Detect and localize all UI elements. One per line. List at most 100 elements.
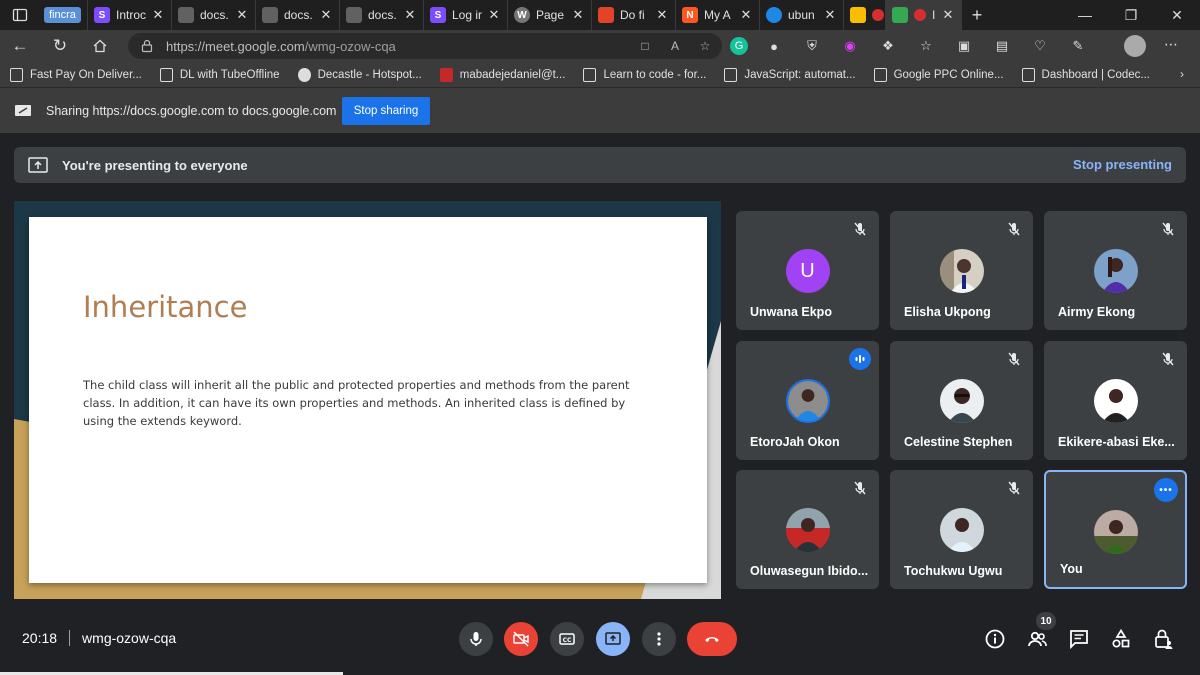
meeting-details-button[interactable] — [982, 626, 1008, 652]
extension-circle-icon[interactable]: ◉ — [838, 34, 862, 58]
add-favorite-icon[interactable]: ☆ — [696, 37, 714, 55]
browser-tab-active[interactable]: I ✕ — [886, 0, 962, 30]
close-tab-icon[interactable]: ✕ — [151, 7, 165, 23]
bookmark-item[interactable]: Learn to code - for... — [583, 67, 706, 82]
address-bar[interactable]: https://meet.google.com/wmg-ozow-cqa □ A… — [128, 33, 722, 59]
close-tab-icon[interactable]: ✕ — [823, 7, 837, 23]
bookmark-item[interactable]: Fast Pay On Deliver... — [10, 67, 142, 82]
camera-in-use-icon[interactable]: □ — [636, 37, 654, 55]
recording-icon — [914, 9, 926, 21]
shield-icon[interactable]: ⛨ — [800, 34, 824, 58]
microphone-icon — [470, 632, 482, 646]
close-tab-icon[interactable]: ✕ — [235, 7, 249, 23]
participant-tile[interactable]: Celestine Stephen — [890, 341, 1033, 460]
browser-tab[interactable]: Do fi ✕ — [592, 0, 676, 30]
minimize-icon[interactable]: — — [1062, 7, 1108, 24]
self-tile[interactable]: ••• You — [1044, 470, 1187, 589]
browser-tab[interactable]: docs. ✕ — [172, 0, 256, 30]
globe-icon[interactable]: ● — [762, 34, 786, 58]
browser-tab[interactable]: S Log ir ✕ — [424, 0, 508, 30]
grammarly-icon[interactable]: G — [730, 37, 748, 55]
browser-tab[interactable]: docs. ✕ — [256, 0, 340, 30]
participant-name: Ekikere-abasi Eke... — [1058, 435, 1175, 449]
mic-off-icon — [1162, 352, 1174, 366]
tab-label: docs. — [284, 8, 313, 22]
bookmarks-bar: Fast Pay On Deliver... DL with TubeOffli… — [0, 62, 1200, 88]
extensions-icon[interactable]: ❖ — [876, 34, 900, 58]
reload-icon[interactable]: ↻ — [40, 30, 80, 62]
stop-presenting-button[interactable]: Stop presenting — [1073, 157, 1172, 172]
browser-essentials-icon[interactable]: ♡ — [1028, 34, 1052, 58]
bookmark-item[interactable]: Dashboard | Codec... — [1021, 67, 1150, 82]
participant-tile[interactable]: Tochukwu Ugwu — [890, 470, 1033, 589]
avatar — [939, 379, 984, 423]
close-tab-icon[interactable]: ✕ — [739, 7, 753, 23]
restore-icon[interactable]: ❐ — [1108, 7, 1154, 24]
tab-label: Introc — [116, 8, 147, 22]
browser-tab[interactable]: S Introc ✕ — [88, 0, 172, 30]
bookmark-item[interactable]: JavaScript: automat... — [724, 67, 856, 82]
browser-tab[interactable]: N My A ✕ — [676, 0, 760, 30]
participant-tile[interactable]: Oluwasegun Ibido... — [736, 470, 879, 589]
tab-label: Log ir — [452, 8, 483, 22]
avatar: U — [785, 249, 830, 293]
more-options-icon[interactable]: ••• — [1154, 478, 1178, 502]
bookmark-label: DL with TubeOffline — [179, 68, 280, 81]
feedback-icon[interactable]: ✎ — [1066, 34, 1090, 58]
participant-name: Celestine Stephen — [904, 435, 1013, 449]
browser-tab[interactable]: I — [844, 0, 886, 30]
close-tab-icon[interactable]: ✕ — [487, 7, 501, 23]
slide-title: Inheritance — [83, 290, 248, 324]
close-tab-icon[interactable]: ✕ — [655, 7, 669, 23]
home-icon[interactable] — [80, 30, 120, 62]
leave-call-button[interactable] — [687, 622, 737, 656]
participant-tile[interactable]: Ekikere-abasi Eke... — [1044, 341, 1187, 460]
mic-off-icon — [1008, 222, 1020, 236]
chevron-right-icon[interactable]: › — [1180, 67, 1184, 81]
activities-button[interactable] — [1108, 626, 1134, 652]
close-tab-icon[interactable]: ✕ — [571, 7, 585, 23]
microphone-button[interactable] — [459, 622, 493, 656]
captions-button[interactable]: CC — [550, 622, 584, 656]
participant-tile[interactable]: Elisha Ukpong — [890, 211, 1033, 330]
close-tab-icon[interactable]: ✕ — [941, 7, 955, 23]
collections-icon[interactable]: ▣ — [952, 34, 976, 58]
tab-actions-icon[interactable] — [0, 0, 40, 30]
browser-tab[interactable]: W Page ✕ — [508, 0, 592, 30]
new-tab-button[interactable]: + — [962, 5, 992, 26]
camera-off-button[interactable] — [504, 622, 538, 656]
bookmark-item[interactable]: DL with TubeOffline — [159, 67, 280, 82]
close-tab-icon[interactable]: ✕ — [319, 7, 333, 23]
browser-tab[interactable]: docs. ✕ — [340, 0, 424, 30]
present-now-button[interactable] — [596, 622, 630, 656]
read-aloud-icon[interactable]: A — [666, 37, 684, 55]
back-icon[interactable]: ← — [0, 30, 40, 62]
meeting-control-bar: 20:18 wmg-ozow-cqa CC 10 — [0, 610, 1200, 675]
chat-button[interactable] — [1066, 626, 1092, 652]
screenshot-icon[interactable]: ▤ — [990, 34, 1014, 58]
tab-favicon-icon — [262, 7, 278, 23]
participant-tile[interactable]: Airmy Ekong — [1044, 211, 1187, 330]
bookmark-item[interactable]: Decastle - Hotspot... — [297, 67, 422, 82]
stop-sharing-button[interactable]: Stop sharing — [342, 97, 430, 125]
participant-name: You — [1060, 562, 1083, 576]
tab-label: My A — [704, 8, 731, 22]
bookmark-item[interactable]: mabadejedaniel@t... — [439, 67, 565, 82]
people-button[interactable] — [1024, 626, 1050, 652]
host-controls-button[interactable] — [1150, 626, 1176, 652]
browser-tab[interactable]: ubun ✕ — [760, 0, 844, 30]
participant-name: EtoroJah Okon — [750, 435, 840, 449]
close-window-icon[interactable]: ✕ — [1154, 7, 1200, 24]
more-options-button[interactable] — [642, 622, 676, 656]
profile-avatar[interactable] — [1124, 35, 1146, 57]
tab-favicon-icon — [766, 7, 782, 23]
bookmark-item[interactable]: Google PPC Online... — [873, 67, 1004, 82]
participant-tile[interactable]: U Unwana Ekpo — [736, 211, 879, 330]
speaking-indicator-icon — [849, 348, 871, 370]
more-options-icon[interactable]: ⋯ — [1164, 36, 1179, 53]
info-icon — [985, 629, 1005, 649]
participant-tile[interactable]: EtoroJah Okon — [736, 341, 879, 460]
browser-tab-fincra[interactable]: fincra — [40, 0, 88, 30]
favorites-icon[interactable]: ☆ — [914, 34, 938, 58]
close-tab-icon[interactable]: ✕ — [403, 7, 417, 23]
